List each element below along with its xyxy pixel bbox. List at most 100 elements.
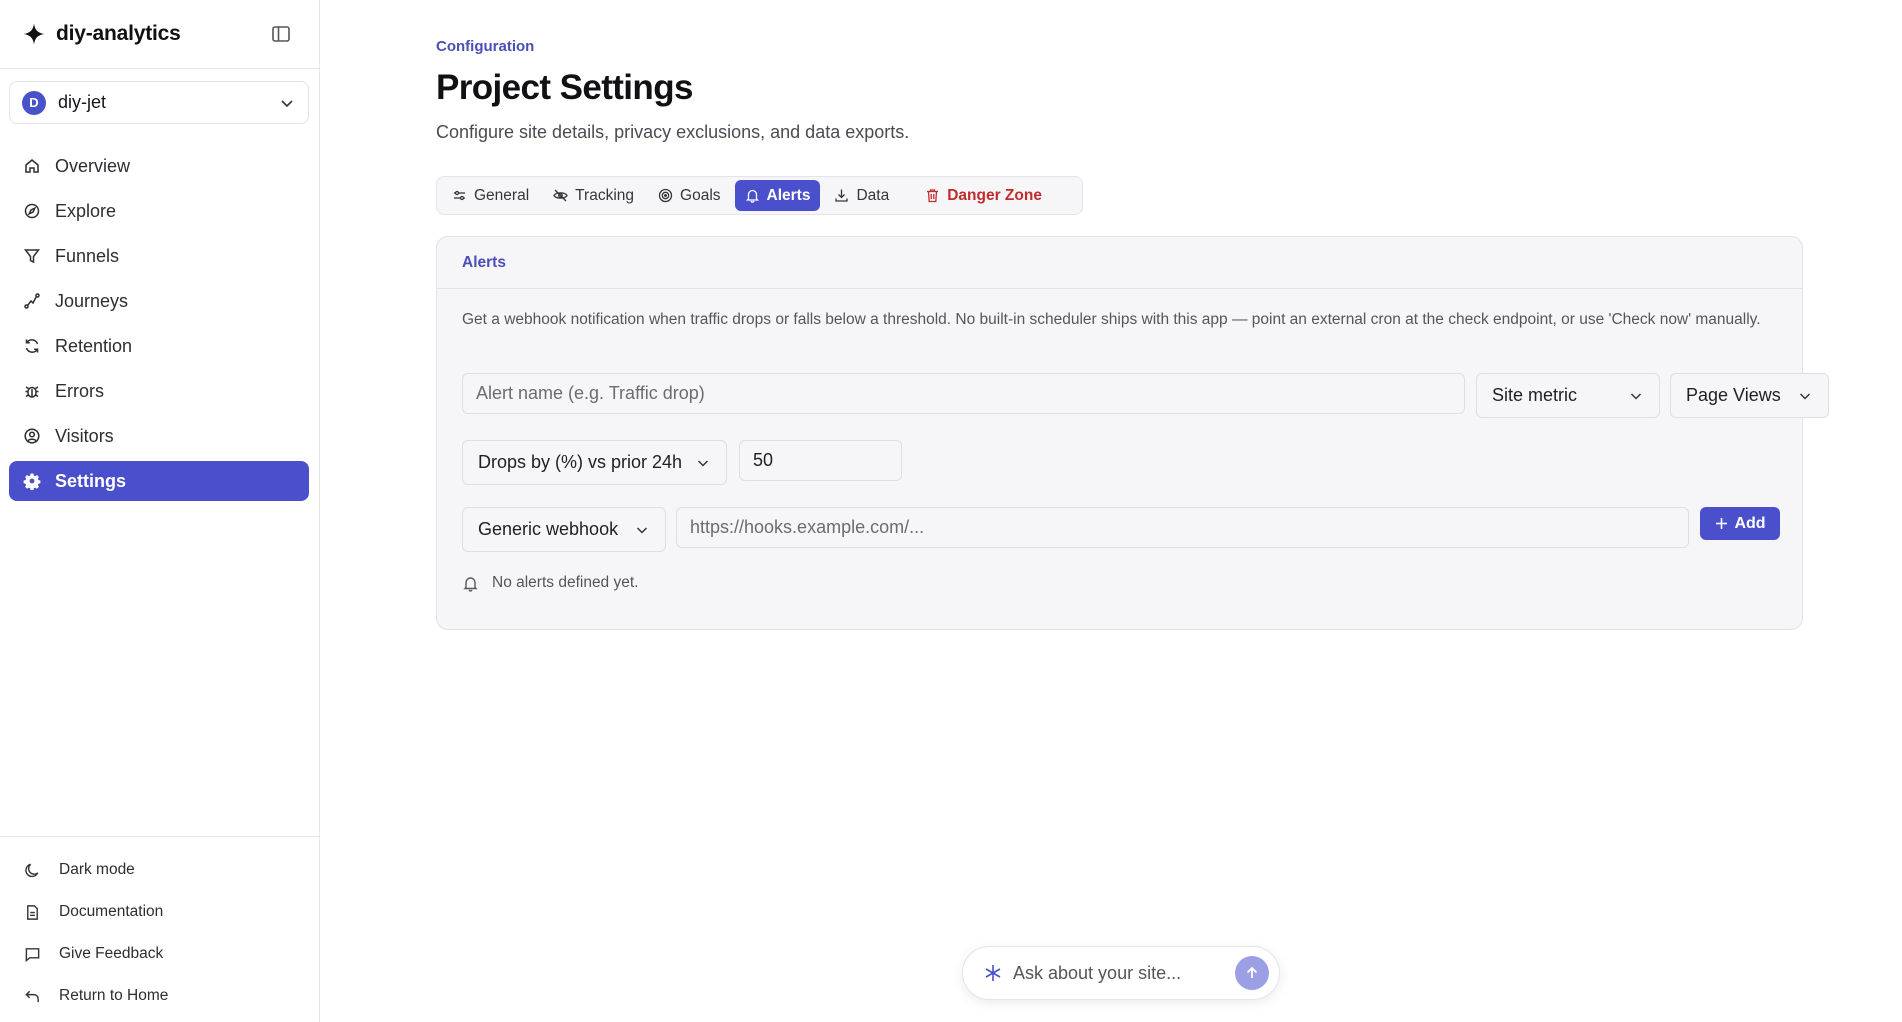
sidebar-item-visitors[interactable]: Visitors — [9, 416, 309, 456]
alerts-card: Alerts Get a webhook notification when t… — [436, 236, 1829, 630]
card-header: Alerts — [437, 237, 1802, 289]
message-icon — [25, 947, 40, 962]
chevron-down-icon — [1799, 392, 1811, 400]
condition-select-value: Drops by (%) vs prior 24h — [478, 452, 683, 472]
project-selector[interactable]: D diy-jet — [9, 81, 309, 124]
add-alert-button[interactable]: Add — [1700, 507, 1780, 540]
card-title: Alerts — [462, 253, 506, 271]
sidebar-item-journeys[interactable]: Journeys — [9, 281, 309, 321]
bell-icon — [463, 576, 478, 592]
chevron-down-icon — [1630, 392, 1642, 400]
tab-label: Data — [856, 186, 890, 204]
sidebar-item-retention[interactable]: Retention — [9, 326, 309, 366]
refresh-icon — [25, 339, 39, 353]
page-subtitle: Configure site details, privacy exclusio… — [436, 122, 910, 142]
sliders-icon — [454, 190, 465, 201]
condition-select[interactable]: Drops by (%) vs prior 24h — [462, 440, 727, 485]
send-button[interactable] — [1235, 956, 1269, 990]
scope-select-value: Site metric — [1492, 385, 1578, 405]
sidebar-item-label: Errors — [55, 380, 104, 401]
tab-goals[interactable]: Goals — [648, 180, 731, 211]
metric-select-value: Page Views — [1686, 385, 1781, 405]
asterisk-icon — [985, 965, 1001, 981]
give-feedback-link[interactable]: Give Feedback — [0, 933, 320, 975]
footer-item-label: Return to Home — [59, 987, 169, 1004]
sidebar-item-settings[interactable]: Settings — [9, 461, 309, 501]
ask-assistant-bar[interactable]: Ask about your site... — [962, 946, 1280, 1000]
project-name: diy-jet — [58, 92, 107, 112]
ask-placeholder: Ask about your site... — [1013, 962, 1182, 983]
plus-icon — [1716, 518, 1728, 529]
tab-label: Tracking — [575, 186, 635, 204]
dark-mode-toggle[interactable]: Dark mode — [0, 849, 320, 891]
sidebar-item-overview[interactable]: Overview — [9, 146, 309, 186]
tab-label: General — [474, 186, 530, 204]
tab-tracking[interactable]: Tracking — [543, 180, 644, 211]
project-avatar: D — [22, 90, 46, 115]
sidebar-item-funnels[interactable]: Funnels — [9, 236, 309, 276]
sidebar-item-label: Explore — [55, 200, 117, 221]
empty-state-text: No alerts defined yet. — [492, 574, 639, 591]
sidebar: diy-analytics D diy-jet Overview Explore… — [0, 0, 320, 1022]
route-icon — [24, 293, 40, 309]
bell-icon — [745, 189, 759, 203]
sidebar-item-label: Retention — [55, 335, 133, 356]
bug-icon — [25, 386, 39, 398]
download-icon — [835, 189, 849, 202]
sidebar-toggle-icon[interactable] — [270, 23, 292, 45]
tab-alerts[interactable]: Alerts — [734, 180, 821, 211]
return-icon — [25, 990, 39, 1002]
chevron-down-icon — [636, 526, 648, 534]
sidebar-item-errors[interactable]: Errors — [9, 371, 309, 411]
page-eyebrow: Configuration — [436, 38, 535, 55]
sidebar-nav: Overview Explore Funnels Journeys Retent… — [9, 146, 309, 506]
sidebar-item-label: Funnels — [55, 245, 120, 266]
brand-name: diy-analytics — [56, 22, 181, 45]
document-icon — [27, 904, 38, 920]
sidebar-item-label: Settings — [55, 470, 127, 491]
sidebar-footer: Dark mode Documentation Give Feedback Re… — [0, 836, 320, 1017]
sidebar-item-explore[interactable]: Explore — [9, 191, 309, 231]
filter-icon — [23, 249, 41, 264]
footer-item-label: Documentation — [59, 903, 164, 920]
tab-label: Danger Zone — [947, 186, 1042, 204]
channel-select[interactable]: Generic webhook — [462, 507, 666, 552]
chevron-down-icon — [281, 99, 293, 107]
footer-item-label: Dark mode — [59, 861, 135, 878]
page-title: Project Settings — [436, 68, 693, 107]
webhook-url-input[interactable]: https://hooks.example.com/... — [676, 507, 1689, 548]
home-icon — [25, 159, 39, 173]
return-home-link[interactable]: Return to Home — [0, 975, 320, 1017]
compass-icon — [24, 203, 40, 219]
tab-data[interactable]: Data — [824, 180, 899, 211]
brand-header: diy-analytics — [0, 0, 320, 69]
tab-general[interactable]: General — [442, 180, 539, 211]
documentation-link[interactable]: Documentation — [0, 891, 320, 933]
sidebar-item-label: Journeys — [55, 290, 129, 311]
channel-select-value: Generic webhook — [478, 519, 619, 539]
webhook-url-placeholder: https://hooks.example.com/... — [690, 517, 925, 537]
tab-label: Goals — [680, 186, 721, 204]
chevron-down-icon — [697, 459, 709, 467]
add-button-label: Add — [1734, 514, 1766, 532]
settings-tabs: General Tracking Goals Alerts Data Dange… — [436, 176, 1083, 215]
tab-label: Alerts — [766, 186, 811, 204]
gear-icon — [23, 473, 41, 490]
threshold-value: 50 — [753, 450, 774, 470]
moon-icon — [25, 863, 39, 877]
tab-danger-zone[interactable]: Danger Zone — [915, 180, 1052, 211]
sparkle-logo-icon — [23, 23, 45, 45]
target-icon — [658, 188, 673, 203]
empty-state: No alerts defined yet. — [462, 574, 638, 592]
eye-off-icon — [553, 189, 568, 202]
scope-select[interactable]: Site metric — [1476, 373, 1660, 418]
metric-select[interactable]: Page Views — [1670, 373, 1829, 418]
arrow-up-icon — [1246, 966, 1258, 978]
alert-name-input[interactable]: Alert name (e.g. Traffic drop) — [462, 373, 1465, 414]
alert-name-placeholder: Alert name (e.g. Traffic drop) — [476, 383, 705, 403]
sidebar-item-label: Overview — [55, 155, 131, 176]
footer-item-label: Give Feedback — [59, 945, 164, 962]
threshold-input[interactable]: 50 — [739, 440, 902, 481]
user-circle-icon — [24, 428, 40, 444]
trash-icon — [927, 189, 939, 203]
